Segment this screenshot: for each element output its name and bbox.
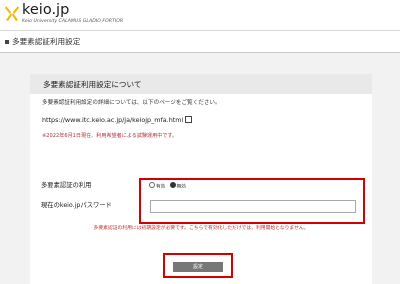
title-divider (0, 52, 400, 53)
page-title-bar: 多要素認証利用設定 (0, 31, 400, 53)
submit-button[interactable]: 設定 (173, 262, 223, 272)
settings-card: 多要素認証利用設定について 多要素認証利用設定の詳細については、以下のページをご… (30, 74, 372, 284)
trial-note: ※2022年6月1日現在、利用希望者による試験運用中です。 (42, 133, 178, 139)
logo-title[interactable]: keio.jp (22, 2, 69, 18)
logo-subtitle: Keio University CALAMUS GLADIO FORTIOR (22, 19, 124, 24)
form-highlight-frame (139, 178, 365, 224)
mfa-info-link-text[interactable]: https://www.itc.keio.ac.jp/ja/keiojp_mfa… (42, 116, 183, 124)
page-title: 多要素認証利用設定 (12, 37, 81, 46)
setup-warning: 多要素認証の利用には初期設定が必要です。こちらで有効化しただけでは、利用開始とな… (93, 226, 309, 231)
info-heading-bar: 多要素認証利用設定について (30, 74, 372, 94)
external-link-icon[interactable] (185, 116, 193, 123)
site-header: keio.jp Keio University CALAMUS GLADIO F… (0, 0, 400, 30)
info-description: 多要素認証利用設定の詳細については、以下のページをご覧ください。 (42, 100, 221, 106)
mfa-use-label: 多要素認証の利用 (41, 182, 92, 189)
info-heading: 多要素認証利用設定について (43, 80, 142, 89)
password-label: 現在のkeio.jpパスワード (41, 202, 112, 209)
keio-pen-icon (5, 6, 19, 21)
mfa-info-link[interactable]: https://www.itc.keio.ac.jp/ja/keiojp_mfa… (42, 115, 193, 125)
title-bullet-icon (5, 40, 9, 44)
